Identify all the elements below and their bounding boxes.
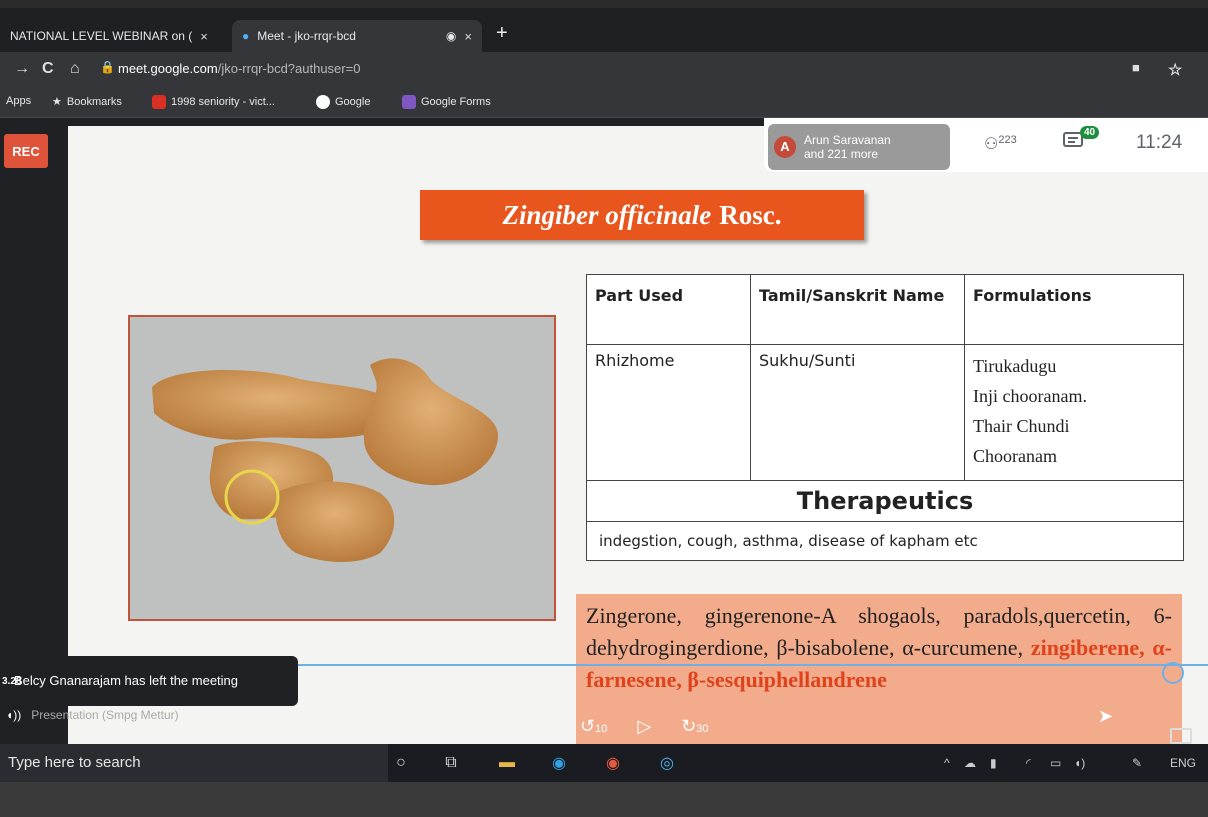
captions-button[interactable] bbox=[1170, 728, 1192, 744]
formulation-item: Chooranam bbox=[973, 446, 1057, 466]
bookmark-label: Google Forms bbox=[421, 96, 491, 108]
play-icon[interactable]: ▷ bbox=[637, 716, 651, 737]
tab-meet[interactable]: ● Meet - jko-rrqr-bcd ◉ × bbox=[232, 20, 482, 52]
chat-count-badge: 40 bbox=[1080, 126, 1100, 139]
info-table: Part Used Tamil/Sanskrit Name Formulatio… bbox=[586, 274, 1184, 561]
slide-title: Zingiber officinale Rosc. bbox=[420, 190, 864, 240]
player-controls: ↺10 ▷ ↻30 bbox=[580, 716, 709, 737]
rewind-button[interactable]: ↺10 bbox=[580, 716, 607, 737]
lock-icon: 🔒 bbox=[100, 60, 115, 74]
time-left: 3.28 bbox=[2, 676, 22, 687]
bookmark-label: Google bbox=[335, 96, 371, 108]
bookmark-label: Apps bbox=[6, 95, 32, 107]
formulation-item: Thair Chundi bbox=[973, 416, 1070, 436]
recording-dot-icon: ◉ bbox=[445, 29, 457, 43]
ginger-photo bbox=[128, 315, 556, 621]
star-icon[interactable]: ☆ bbox=[1168, 60, 1182, 80]
left-meeting-toast: Belcy Gnanarajam has left the meeting bbox=[0, 656, 298, 706]
presenter-more: and 221 more bbox=[804, 147, 879, 161]
bookmark-google-forms[interactable]: Google Forms bbox=[402, 95, 491, 109]
bookmark-apps[interactable]: Apps bbox=[6, 95, 31, 107]
cloud-icon[interactable]: ☁ bbox=[964, 756, 976, 770]
language-indicator[interactable]: ENG bbox=[1170, 756, 1196, 770]
close-tab-icon[interactable]: × bbox=[200, 29, 208, 44]
meet-favicon-icon: ● bbox=[242, 29, 250, 43]
tab-webinar[interactable]: NATIONAL LEVEL WEBINAR on ( × bbox=[0, 20, 228, 52]
google-icon bbox=[316, 95, 330, 109]
people-icon: ⚇ bbox=[984, 136, 999, 153]
bookmark-label: Bookmarks bbox=[66, 95, 122, 108]
tray-arrow-icon[interactable]: ^ bbox=[944, 756, 950, 770]
presentation-text: Presentation (Smpg Mettur) bbox=[31, 708, 179, 722]
cortana-icon[interactable]: ○ bbox=[390, 752, 412, 774]
forward-icon[interactable]: → bbox=[14, 60, 30, 78]
gmail-icon bbox=[152, 95, 166, 109]
address-bar: → C ⌂ 🔒 meet.google.com/jko-rrqr-bcd?aut… bbox=[0, 52, 1208, 88]
formulation-item: Tirukadugu bbox=[973, 356, 1057, 376]
cursor-icon: ➤ bbox=[1098, 706, 1114, 726]
pen-icon[interactable]: ✎ bbox=[1132, 756, 1142, 770]
header-part-used: Part Used bbox=[586, 274, 751, 345]
camera-icon[interactable]: ■ bbox=[1132, 60, 1140, 75]
volume-icon[interactable]: ◖) bbox=[1074, 756, 1085, 770]
bookmark-bookmarks[interactable]: ★ Bookmarks bbox=[52, 95, 122, 109]
header-formulations: Formulations bbox=[964, 274, 1184, 345]
taskbar-search[interactable]: Type here to search bbox=[0, 744, 388, 782]
rec-badge: REC bbox=[4, 134, 48, 168]
header-name: Tamil/Sanskrit Name bbox=[750, 274, 965, 345]
battery-icon[interactable]: ▭ bbox=[1050, 756, 1061, 770]
screencast-icon[interactable]: ◎ bbox=[656, 752, 678, 774]
participants-button[interactable]: ⚇ 223 bbox=[984, 134, 1017, 154]
participants-count: 223 bbox=[998, 134, 1017, 146]
chrome-icon[interactable]: ◉ bbox=[602, 752, 624, 774]
tab-title: NATIONAL LEVEL WEBINAR on ( bbox=[10, 29, 193, 43]
title-italic: Zingiber officinale bbox=[502, 199, 712, 230]
therapeutics-text: indegstion, cough, asthma, disease of ka… bbox=[586, 521, 1184, 561]
search-text: Type here to search bbox=[8, 754, 141, 771]
chat-button[interactable]: 40 bbox=[1062, 126, 1100, 157]
cell-formulations: Tirukadugu Inji chooranam. Thair Chundi … bbox=[964, 344, 1184, 481]
edge-icon[interactable]: ◉ bbox=[548, 752, 570, 774]
formulation-item: Inji chooranam. bbox=[973, 386, 1087, 406]
meeting-clock: 11:24 bbox=[1136, 132, 1183, 153]
progress-knob[interactable] bbox=[1162, 662, 1184, 684]
presenter-chip[interactable]: A Arun Saravanan and 221 more bbox=[768, 124, 950, 170]
bookmarks-bar: Apps ★ Bookmarks 1998 seniority - vict...… bbox=[0, 88, 1208, 118]
bookmark-label: 1998 seniority - vict... bbox=[171, 96, 275, 108]
speaker-icon: ◖)) bbox=[6, 708, 22, 722]
toast-text: Belcy Gnanarajam has left the meeting bbox=[14, 673, 239, 688]
rewind-label: 10 bbox=[595, 723, 608, 735]
forward-button[interactable]: ↻30 bbox=[681, 716, 708, 737]
avatar: A bbox=[774, 136, 796, 158]
new-tab-button[interactable]: + bbox=[496, 22, 508, 45]
home-icon[interactable]: ⌂ bbox=[70, 60, 80, 78]
desk-surface bbox=[0, 782, 1208, 817]
presentation-label: ◖)) Presentation (Smpg Mettur) bbox=[6, 708, 179, 722]
star-icon: ★ bbox=[52, 96, 62, 108]
browser-tabbar: NATIONAL LEVEL WEBINAR on ( × ● Meet - j… bbox=[0, 8, 1208, 52]
title-rest: Rosc. bbox=[719, 199, 782, 230]
wifi-icon[interactable]: ◜ bbox=[1026, 756, 1031, 770]
bookmark-google[interactable]: Google bbox=[316, 95, 370, 109]
bookmark-seniority[interactable]: 1998 seniority - vict... bbox=[152, 95, 275, 109]
close-tab-icon[interactable]: × bbox=[464, 29, 472, 44]
forward-label: 30 bbox=[696, 723, 709, 735]
usb-icon[interactable]: ▮ bbox=[990, 756, 997, 770]
tab-title: Meet - jko-rrqr-bcd bbox=[257, 29, 356, 43]
forms-icon bbox=[402, 95, 416, 109]
url-field[interactable]: meet.google.com/jko-rrqr-bcd?authuser=0 bbox=[118, 61, 360, 76]
cell-part: Rhizhome bbox=[586, 344, 751, 481]
therapeutics-heading: Therapeutics bbox=[586, 480, 1184, 522]
cell-name: Sukhu/Sunti bbox=[750, 344, 965, 481]
url-host: meet.google.com bbox=[118, 61, 218, 76]
task-view-icon[interactable]: ⧉ bbox=[440, 752, 462, 774]
file-explorer-icon[interactable]: ▬ bbox=[496, 752, 518, 774]
reload-icon[interactable]: C bbox=[42, 60, 54, 78]
presenter-name: Arun Saravanan bbox=[804, 133, 891, 147]
url-path: /jko-rrqr-bcd?authuser=0 bbox=[217, 61, 361, 76]
